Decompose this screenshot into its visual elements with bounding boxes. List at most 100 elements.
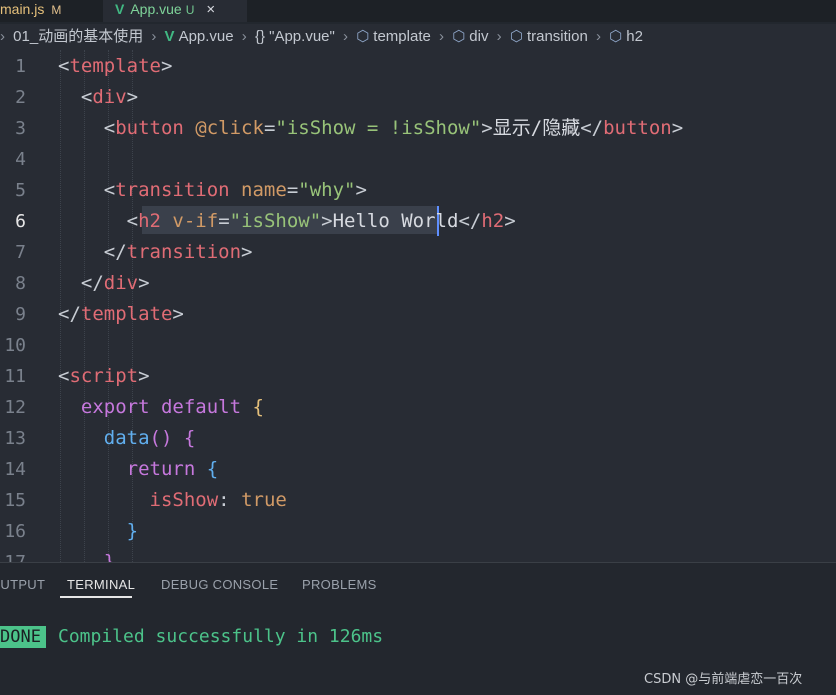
line-number: 2 — [15, 87, 26, 108]
breadcrumb-node-div[interactable]: div — [469, 24, 488, 50]
line-number: 6 — [15, 211, 26, 232]
code-token: > — [321, 210, 333, 232]
line-number: 14 — [4, 459, 26, 480]
code-text: } — [58, 547, 115, 562]
code-line[interactable]: 3 <button @click="isShow = !isShow">显示/隐… — [0, 113, 836, 144]
code-line[interactable]: 10 — [0, 330, 836, 361]
chevron-right-icon: › — [595, 28, 601, 45]
modified-badge: M — [51, 3, 62, 17]
compile-message: Compiled successfully in 126ms — [58, 626, 384, 647]
code-text: <button @click="isShow = !isShow">显示/隐藏<… — [58, 113, 683, 144]
code-token: template — [80, 303, 173, 325]
code-token: "isShow" — [229, 210, 322, 232]
code-token: </ — [58, 303, 81, 325]
code-text: export default { — [58, 392, 264, 423]
code-token: > — [138, 365, 150, 387]
breadcrumb-node-template[interactable]: template — [373, 24, 431, 50]
code-editor[interactable]: 1 <template> 2 <div> 3 <button @click="isSh… — [0, 50, 836, 562]
code-token: < — [58, 55, 70, 77]
code-token: "isShow = !isShow" — [275, 117, 482, 139]
tab-main-js[interactable]: main.js M — [0, 0, 102, 22]
code-token: name — [241, 179, 287, 201]
cube-icon: ⬡ — [609, 28, 623, 45]
chevron-right-icon: › — [151, 28, 157, 45]
code-line[interactable]: 6 <h2 v-if="isShow">Hello World</h2> — [0, 206, 836, 237]
breadcrumb-node-transition[interactable]: transition — [527, 24, 588, 50]
code-token: < — [58, 365, 70, 387]
code-line[interactable]: 14 return { — [0, 454, 836, 485]
line-number: 3 — [15, 118, 26, 139]
code-token: </ — [58, 241, 127, 263]
code-token: { — [183, 427, 196, 449]
code-token: true — [241, 489, 287, 511]
code-token: "why" — [298, 179, 356, 201]
code-line[interactable]: 12 export default { — [0, 392, 836, 423]
tab-app-vue[interactable]: V App.vue U × — [103, 0, 247, 22]
code-text: <template> — [58, 51, 172, 82]
code-line[interactable]: 9 </template> — [0, 299, 836, 330]
code-text: } — [58, 516, 138, 547]
code-line[interactable]: 5 <transition name="why"> — [0, 175, 836, 206]
code-token: > — [241, 241, 253, 263]
code-token: h2 — [138, 210, 161, 232]
code-line[interactable]: 11 <script> — [0, 361, 836, 392]
code-token: button — [115, 117, 184, 139]
code-line[interactable]: 8 </div> — [0, 268, 836, 299]
editor-tab-bar: main.js M V App.vue U × — [0, 0, 836, 22]
code-token: > — [504, 210, 516, 232]
chevron-right-icon: › — [343, 28, 349, 45]
line-number: 12 — [4, 397, 26, 418]
breadcrumb-module[interactable]: {} "App.vue" — [255, 24, 335, 50]
code-line[interactable]: 17 } — [0, 547, 836, 562]
code-token: < — [58, 179, 116, 201]
line-number: 17 — [0, 547, 26, 562]
code-line[interactable]: 4 — [0, 144, 836, 175]
line-number: 16 — [4, 521, 26, 542]
tab-terminal[interactable]: TERMINAL — [67, 577, 135, 592]
code-token: v-if — [172, 210, 219, 232]
chevron-right-icon: › — [241, 28, 247, 45]
code-token: div — [103, 272, 139, 294]
line-number: 1 — [15, 56, 26, 77]
close-icon[interactable]: × — [206, 1, 215, 18]
code-token: > — [126, 86, 139, 108]
line-number: 10 — [4, 335, 26, 356]
breadcrumb-file[interactable]: App.vue — [179, 24, 234, 50]
code-token: transition — [126, 241, 242, 263]
code-token: return — [126, 458, 196, 480]
breadcrumb-node-h2[interactable]: h2 — [626, 24, 643, 50]
line-number: 11 — [4, 366, 26, 387]
code-text: </template> — [58, 299, 184, 330]
code-line[interactable]: 1 <template> — [0, 51, 836, 82]
code-line[interactable]: 13 data() { — [0, 423, 836, 454]
code-token: = — [263, 117, 276, 139]
chevron-right-icon: › — [439, 28, 445, 45]
tab-output[interactable]: OUTPUT — [0, 577, 45, 592]
line-number: 15 — [4, 490, 26, 511]
code-line[interactable]: 15 isShow: true — [0, 485, 836, 516]
code-line[interactable]: 7 </transition> — [0, 237, 836, 268]
tab-problems[interactable]: PROBLEMS — [302, 577, 377, 592]
code-line[interactable]: 2 <div> — [0, 82, 836, 113]
code-line[interactable]: 16 } — [0, 516, 836, 547]
code-token: : — [218, 489, 230, 511]
line-number: 9 — [15, 304, 26, 325]
code-token: data — [103, 427, 150, 449]
code-token: = — [286, 179, 299, 201]
code-token: > — [138, 272, 150, 294]
cube-icon: ⬡ — [509, 28, 523, 45]
code-text: return { — [58, 454, 219, 485]
tab-debug-console[interactable]: DEBUG CONSOLE — [161, 577, 278, 592]
code-text: </div> — [58, 268, 150, 299]
code-token: () — [149, 427, 173, 449]
cube-icon: ⬡ — [452, 28, 466, 45]
code-token: default — [160, 396, 242, 418]
breadcrumb-folder[interactable]: 01_动画的基本使用 — [13, 24, 143, 50]
